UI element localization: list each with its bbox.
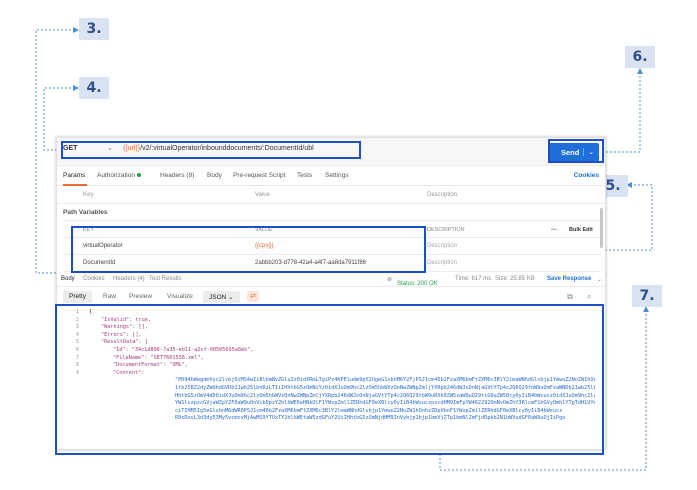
tab-prerequest[interactable]: Pre-request Script: [233, 172, 285, 179]
chevron-down-icon[interactable]: ⌄: [597, 276, 602, 283]
tab-params[interactable]: Params: [63, 172, 85, 179]
search-icon[interactable]: ⌕: [587, 292, 591, 302]
params-table-header: Key Value Description: [57, 186, 605, 204]
cookies-link[interactable]: Cookies: [574, 172, 599, 179]
highlight-response-body-box: [55, 304, 604, 455]
bulk-edit-link[interactable]: Bulk Edit: [569, 227, 593, 233]
format-select[interactable]: JSON ⌄: [203, 291, 240, 303]
resp-tab-headers[interactable]: Headers (4): [113, 276, 145, 282]
status-dot-icon: [136, 173, 141, 178]
globe-icon: ⊕: [387, 277, 393, 283]
tab-tests[interactable]: Tests: [297, 172, 312, 179]
callout-4: 4.: [79, 77, 109, 99]
callout-7: 7.: [632, 285, 662, 307]
copy-icon[interactable]: ⧉: [567, 292, 573, 302]
response-bar: Body Cookies Headers (4) Test Results ⊕ …: [57, 271, 605, 287]
size-text: Size: 25.85 KB: [495, 276, 535, 282]
highlight-send-box: [548, 139, 604, 163]
col-key: Key: [83, 192, 94, 198]
time-text: Time: 617 ms: [455, 276, 492, 282]
chevron-down-icon: ⌄: [228, 294, 234, 301]
tab-headers[interactable]: Headers (9): [160, 172, 194, 179]
format-label: JSON: [209, 294, 227, 301]
pretty-button[interactable]: Pretty: [63, 291, 92, 303]
raw-button[interactable]: Raw: [97, 291, 122, 303]
wrap-lines-icon[interactable]: ⇄: [247, 291, 259, 302]
pv-col-description: DESCRIPTION: [427, 227, 465, 233]
preview-button[interactable]: Preview: [123, 291, 158, 303]
callout-3: 3.: [79, 18, 109, 40]
path-variables-title: Path Variables: [63, 209, 108, 216]
resp-tab-cookies[interactable]: Cookies: [83, 276, 105, 282]
pv-description[interactable]: Description: [427, 243, 457, 249]
highlight-url-box: [61, 141, 361, 159]
pv-description[interactable]: Description: [427, 260, 457, 266]
tab-authorization[interactable]: Authorization: [97, 172, 141, 179]
more-icon[interactable]: •••: [551, 227, 557, 233]
scrollbar[interactable]: [600, 208, 603, 248]
tab-settings[interactable]: Settings: [325, 172, 349, 179]
tab-body[interactable]: Body: [207, 172, 222, 179]
callout-6: 6.: [625, 46, 655, 68]
screenshot-root: 3. 4. 6. 5. 7. GET ⌄ {{url}}/v2/:virtual…: [0, 0, 697, 490]
request-tabs: Params Authorization Headers (9) Body Pr…: [57, 166, 605, 186]
visualize-button[interactable]: Visualize: [161, 291, 199, 303]
col-description: Description: [427, 192, 458, 198]
save-response-button[interactable]: Save Response: [547, 276, 591, 282]
highlight-path-variables-box: [71, 226, 426, 273]
connector-6: [604, 72, 641, 153]
resp-tab-body[interactable]: Body: [61, 276, 75, 282]
status-text: Status: 200 OK: [397, 281, 438, 287]
tab-authorization-label: Authorization: [97, 172, 135, 179]
resp-tab-test-results[interactable]: Test Results: [149, 276, 182, 282]
col-value: Value: [255, 192, 270, 198]
